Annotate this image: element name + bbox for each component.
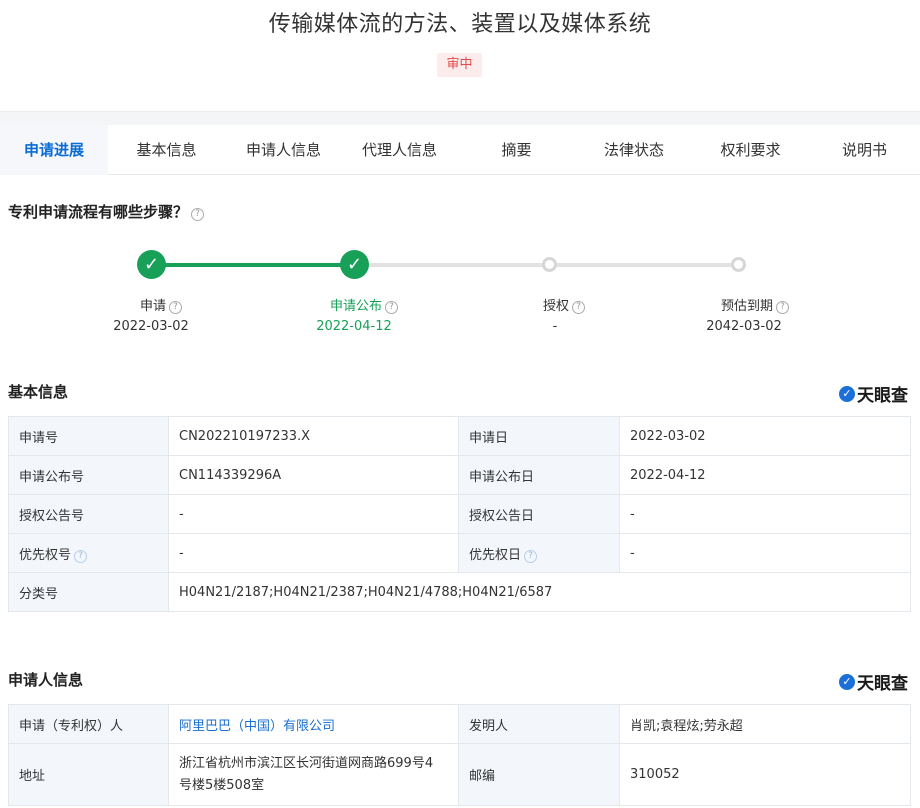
applicant-info-table: 申请（专利权）人 阿里巴巴（中国）有限公司 发明人 肖凯;袁程炫;劳永超 地址 … bbox=[8, 704, 911, 806]
help-icon[interactable]: ? bbox=[572, 301, 585, 314]
cell-label: 优先权号? bbox=[8, 533, 169, 573]
cell-value: - bbox=[619, 494, 911, 534]
brand-logo: ✓ 天眼查 bbox=[839, 381, 908, 406]
cell-label: 授权公告日 bbox=[458, 494, 620, 534]
basic-info-title: 基本信息 bbox=[8, 383, 69, 401]
cell-label: 申请公布号 bbox=[8, 455, 169, 495]
table-row: 申请号 CN202210197233.X 申请日 2022-03-02 bbox=[8, 416, 911, 456]
step-date-expiry: 2042-03-02 bbox=[706, 319, 782, 334]
tab-legal-status[interactable]: 法律状态 bbox=[576, 125, 692, 175]
step-label-publish: 申请公布? bbox=[294, 295, 434, 314]
tab-description[interactable]: 说明书 bbox=[809, 125, 920, 175]
cell-value: 2022-03-02 bbox=[619, 416, 911, 456]
tab-claims[interactable]: 权利要求 bbox=[692, 125, 809, 175]
tab-abstract[interactable]: 摘要 bbox=[457, 125, 576, 175]
brand-icon: ✓ bbox=[839, 385, 855, 402]
cell-value: 2022-04-12 bbox=[619, 455, 911, 495]
applicant-link[interactable]: 阿里巴巴（中国）有限公司 bbox=[179, 719, 335, 734]
status-badge: 审中 bbox=[437, 53, 482, 77]
step-date-publish: 2022-04-12 bbox=[316, 319, 392, 334]
cell-value: CN114339296A bbox=[168, 455, 459, 495]
cell-label: 分类号 bbox=[8, 572, 169, 612]
table-row: 授权公告号 - 授权公告日 - bbox=[8, 494, 911, 534]
cell-label: 申请日 bbox=[458, 416, 620, 456]
table-row: 地址 浙江省杭州市滨江区长河街道网商路699号4 号楼5楼508室 邮编 3100… bbox=[8, 743, 911, 806]
progress-line-done bbox=[151, 263, 354, 267]
check-icon: ✓ bbox=[340, 250, 369, 279]
brand-logo: ✓ 天眼查 bbox=[839, 669, 908, 694]
tab-agent-info[interactable]: 代理人信息 bbox=[342, 125, 457, 175]
table-row: 申请公布号 CN114339296A 申请公布日 2022-04-12 bbox=[8, 455, 911, 495]
tab-applicant-info[interactable]: 申请人信息 bbox=[225, 125, 342, 175]
cell-value: - bbox=[168, 533, 459, 573]
cell-label: 申请号 bbox=[8, 416, 169, 456]
brand-icon: ✓ bbox=[839, 673, 855, 690]
table-row: 优先权号? - 优先权日? - bbox=[8, 533, 911, 573]
help-icon[interactable]: ? bbox=[169, 301, 182, 314]
step-label-expiry: 预估到期? bbox=[685, 295, 825, 314]
pending-dot-icon bbox=[542, 257, 557, 272]
cell-label: 发明人 bbox=[458, 704, 620, 744]
tab-bar: 申请进展 基本信息 申请人信息 代理人信息 摘要 法律状态 权利要求 说明书 bbox=[0, 125, 920, 175]
applicant-info-title: 申请人信息 bbox=[8, 671, 84, 689]
help-icon[interactable]: ? bbox=[524, 549, 538, 563]
cell-value: H04N21/2187;H04N21/2387;H04N21/4788;H04N… bbox=[168, 572, 911, 612]
cell-label: 地址 bbox=[8, 743, 169, 806]
cell-value: 肖凯;袁程炫;劳永超 bbox=[619, 704, 911, 744]
cell-value: 310052 bbox=[619, 743, 911, 806]
progress-section-title: 专利申请流程有哪些步骤？? bbox=[8, 201, 205, 222]
progress-title-text: 专利申请流程有哪些步骤？ bbox=[8, 203, 189, 221]
step-label-grant: 授权? bbox=[494, 295, 634, 314]
help-icon[interactable]: ? bbox=[385, 301, 398, 314]
cell-value: 浙江省杭州市滨江区长河街道网商路699号4 号楼5楼508室 bbox=[168, 743, 459, 806]
cell-value: - bbox=[168, 494, 459, 534]
check-icon: ✓ bbox=[137, 250, 166, 279]
cell-label: 优先权日? bbox=[458, 533, 620, 573]
help-icon[interactable]: ? bbox=[191, 208, 205, 221]
help-icon[interactable]: ? bbox=[776, 301, 789, 314]
cell-value: - bbox=[619, 533, 911, 573]
section-divider bbox=[0, 111, 920, 125]
cell-label: 授权公告号 bbox=[8, 494, 169, 534]
cell-label: 邮编 bbox=[458, 743, 620, 806]
patent-title: 传输媒体流的方法、装置以及媒体系统 bbox=[268, 12, 652, 37]
basic-info-table: 申请号 CN202210197233.X 申请日 2022-03-02 申请公布… bbox=[8, 416, 911, 612]
tab-basic-info[interactable]: 基本信息 bbox=[108, 125, 225, 175]
help-icon[interactable]: ? bbox=[74, 549, 88, 563]
cell-value: 阿里巴巴（中国）有限公司 bbox=[168, 704, 459, 744]
step-label-apply: 申请? bbox=[91, 295, 231, 314]
step-date-grant: - bbox=[552, 319, 558, 334]
progress-steps: ✓ ✓ 申请? 2022-03-02 申请公布? 2022-04-12 授权? … bbox=[0, 248, 920, 348]
step-date-apply: 2022-03-02 bbox=[113, 319, 189, 334]
tab-progress[interactable]: 申请进展 bbox=[0, 125, 108, 175]
cell-label: 申请公布日 bbox=[458, 455, 620, 495]
table-row: 分类号 H04N21/2187;H04N21/2387;H04N21/4788;… bbox=[8, 572, 911, 612]
cell-value: CN202210197233.X bbox=[168, 416, 459, 456]
pending-dot-icon bbox=[731, 257, 746, 272]
cell-label: 申请（专利权）人 bbox=[8, 704, 169, 744]
table-row: 申请（专利权）人 阿里巴巴（中国）有限公司 发明人 肖凯;袁程炫;劳永超 bbox=[8, 704, 911, 744]
